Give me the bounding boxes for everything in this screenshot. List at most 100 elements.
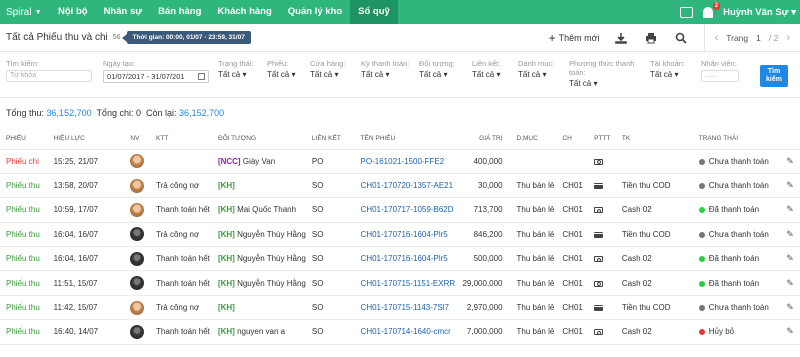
edit-pencil-icon[interactable]: ✎ (786, 229, 794, 239)
filter-object[interactable]: Đối tượng: Tất cả ▾ (419, 59, 469, 79)
search-input[interactable]: Từ khóa (6, 70, 92, 82)
edit-pencil-icon[interactable]: ✎ (786, 204, 794, 214)
next-page-icon[interactable]: › (786, 32, 790, 44)
col-category[interactable]: D.MỤC (510, 128, 557, 150)
filter-status[interactable]: Trạng thái: Tất cả ▾ (218, 59, 262, 79)
row-name-link[interactable]: CH01-170717-1059-B62D (361, 205, 454, 214)
staff-input[interactable]: ...... (701, 70, 739, 82)
print-icon[interactable] (644, 31, 658, 45)
row-object[interactable]: Nguyễn Thùy Hằng (237, 279, 306, 288)
filter-account[interactable]: Tài khoản: Tất cả ▾ (650, 59, 698, 79)
table-row[interactable]: Phiếu thu 16:40, 14/07 Thanh toán hết [KH] … (0, 319, 800, 345)
chat-icon[interactable] (680, 6, 694, 18)
col-link[interactable]: LIÊN KẾT (305, 128, 355, 150)
col-method[interactable]: PTTT (588, 128, 616, 150)
row-link: PO (305, 149, 355, 174)
col-staff[interactable]: NV (124, 128, 151, 150)
prev-page-icon[interactable]: ‹ (715, 32, 719, 44)
nav-item-noi-bo[interactable]: Nội bộ (50, 0, 96, 24)
avatar[interactable] (130, 202, 145, 217)
brand-menu[interactable]: Spiral ▼ (0, 7, 50, 18)
table-row[interactable]: Phiếu thu 11:51, 15/07 Thanh toán hết [KH] … (0, 270, 800, 296)
table-row[interactable]: Phiếu thu 11:42, 15/07 Trả công nợ [KH] SO C… (0, 295, 800, 321)
table-row[interactable]: Phiếu thu 13:58, 20/07 Trả công nợ [KH] SO C… (0, 173, 800, 199)
edit-pencil-icon[interactable]: ✎ (786, 278, 794, 288)
filter-period[interactable]: Kỳ thanh toán: Tất cả ▾ (361, 59, 413, 79)
row-name-link[interactable]: CH01-170714-1640-cmcr (361, 327, 451, 336)
time-filter-chip[interactable]: Thời gian: 00:00, 01/07 - 23:59, 31/07 (121, 31, 251, 44)
nav-item-khach-hang[interactable]: Khách hàng (209, 0, 279, 24)
page-current[interactable]: 1 (756, 33, 761, 43)
edit-pencil-icon[interactable]: ✎ (786, 326, 794, 336)
row-name-link[interactable]: CH01-170715-1151-EXRR (361, 279, 456, 288)
table-row[interactable]: Phiếu thu 16:04, 16/07 Thanh toán hết [KH] … (0, 246, 800, 272)
row-type[interactable]: Phiếu thu (6, 181, 40, 190)
search-button[interactable]: Tìm kiếm (760, 65, 788, 87)
nav-item-quan-ly-kho[interactable]: Quản lý kho (280, 0, 350, 24)
row-type[interactable]: Phiếu thu (6, 279, 40, 288)
avatar[interactable] (130, 178, 145, 193)
table-row[interactable]: Phiếu thu 10:59, 17/07 Thanh toán hết [KH] … (0, 197, 800, 223)
filter-link[interactable]: Liên kết: Tất cả ▾ (472, 59, 516, 79)
row-type[interactable]: Phiếu thu (6, 205, 40, 214)
edit-pencil-icon[interactable]: ✎ (786, 180, 794, 190)
row-type[interactable]: Phiếu thu (6, 230, 40, 239)
filter-type[interactable]: Phiếu: Tất cả ▾ (267, 59, 305, 79)
avatar[interactable] (130, 227, 145, 242)
nav-item-so-quy[interactable]: Sổ quỹ (350, 0, 398, 24)
table-row[interactable]: Phiếu chi 15:25, 21/07 [NCC] Giày Van PO PO-… (0, 149, 800, 174)
edit-pencil-icon[interactable]: ✎ (786, 156, 794, 166)
add-button[interactable]: + Thêm mới (549, 31, 600, 45)
row-date: 15:25, 21/07 (47, 149, 125, 174)
date-range-input[interactable]: 01/07/2017 - 31/07/201 (103, 70, 209, 83)
row-object-tag: [KH] (217, 181, 235, 191)
col-object[interactable]: ĐỐI TƯỢNG (211, 128, 306, 150)
col-status[interactable]: TRẠNG THÁI (692, 128, 781, 150)
avatar[interactable] (130, 154, 145, 169)
row-object-tag: [NCC] (217, 156, 241, 166)
avatar[interactable] (130, 300, 145, 315)
row-type[interactable]: Phiếu thu (6, 303, 40, 312)
row-name-link[interactable]: CH01-170715-1143-7Sl7 (361, 303, 449, 312)
bell-icon[interactable]: 2 (703, 1, 721, 18)
filter-method[interactable]: Phương thức thanh toán: Tất cả ▾ (569, 59, 645, 88)
avatar[interactable] (130, 276, 145, 291)
col-type[interactable]: PHIẾU (0, 128, 48, 150)
row-object[interactable]: Nguyễn Thùy Hằng (237, 254, 306, 263)
row-type[interactable]: Phiếu thu (6, 254, 40, 263)
user-menu[interactable]: Huỳnh Văn Sự ▾ (723, 7, 796, 18)
row-object[interactable]: Mai Quốc Thanh (237, 205, 296, 214)
row-store: CH01 (556, 319, 589, 345)
pagination: ‹ Trang 1 / 2 › (703, 24, 800, 52)
row-name-link[interactable]: CH01-170720-1357-AE21 (361, 181, 454, 190)
col-name[interactable]: TÊN PHIẾU (354, 128, 457, 150)
nav-item-nhan-su[interactable]: Nhân sự (96, 0, 151, 24)
filter-store[interactable]: Cửa hàng: Tất cả ▾ (310, 59, 358, 79)
row-name-link[interactable]: PO-161021-1500-FFE2 (361, 157, 445, 166)
avatar[interactable] (130, 251, 145, 266)
row-object[interactable]: Giày Van (243, 157, 275, 166)
row-object[interactable]: nguyen van a (237, 327, 285, 336)
row-type[interactable]: Phiếu chi (6, 157, 39, 166)
download-icon[interactable] (614, 31, 628, 45)
row-type[interactable]: Phiếu thu (6, 327, 40, 336)
col-ktt[interactable]: KTT (150, 128, 212, 150)
col-store[interactable]: CH (556, 128, 589, 150)
row-status-cell: Đã thanh toán (692, 246, 781, 272)
avatar[interactable] (130, 324, 145, 339)
col-account[interactable]: TK (615, 128, 693, 150)
filter-category[interactable]: Danh mục: Tất cả ▾ (518, 59, 566, 79)
row-name-link[interactable]: CH01-170716-1604-Plr5 (361, 230, 448, 239)
col-effective[interactable]: HIỆU LỰC (47, 128, 125, 150)
row-object-tag: [KH] (217, 303, 235, 313)
edit-pencil-icon[interactable]: ✎ (786, 253, 794, 263)
row-category (510, 149, 557, 174)
row-object[interactable]: Nguyễn Thùy Hằng (237, 230, 306, 239)
row-name-link[interactable]: CH01-170716-1604-Plr5 (361, 254, 448, 263)
table-row[interactable]: Phiếu thu 16:04, 16/07 Trả công nợ [KH] Ngu… (0, 222, 800, 248)
row-name-cell: CH01-170714-1640-cmcr (354, 319, 457, 345)
col-value[interactable]: GIÁ TRỊ (456, 128, 511, 150)
edit-pencil-icon[interactable]: ✎ (786, 302, 794, 312)
nav-item-ban-hang[interactable]: Bán hàng (150, 0, 209, 24)
search-icon[interactable] (674, 31, 688, 45)
